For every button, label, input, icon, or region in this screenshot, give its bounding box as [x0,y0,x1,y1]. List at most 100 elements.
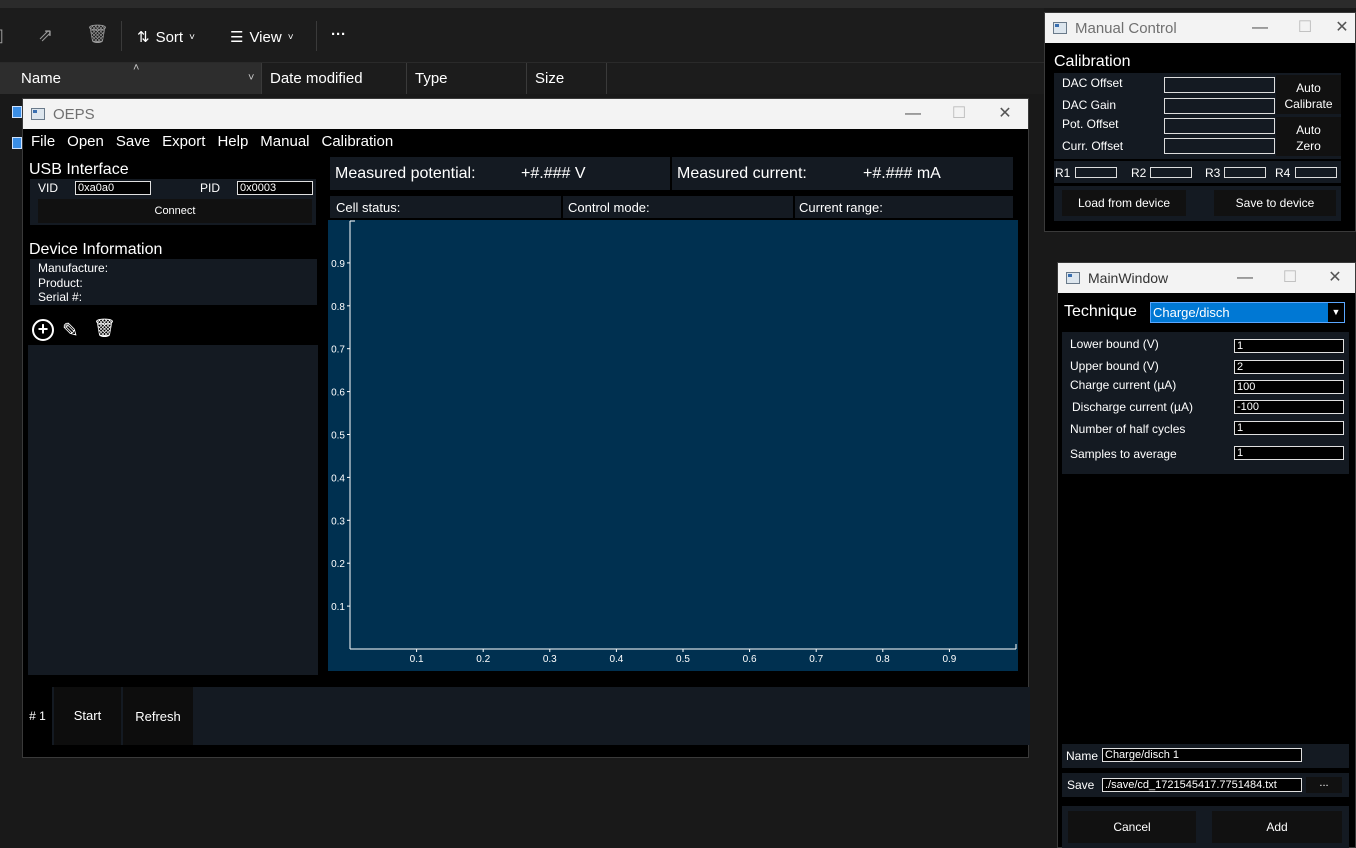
r4-input[interactable] [1295,167,1337,178]
bottom-bar: # 1 Start Refresh [23,687,1030,745]
column-size-label: Size [535,70,565,87]
minimize-icon[interactable]: — [890,99,936,129]
half-cycles-input[interactable]: 1 [1234,421,1344,435]
cell-status-label: Cell status: [336,200,401,215]
delete-icon[interactable]: 🗑 [86,24,109,45]
trash-icon[interactable]: 🗑 [93,318,116,339]
r3-input[interactable] [1224,167,1266,178]
start-button[interactable]: Start [54,687,121,745]
minimize-icon[interactable]: — [1222,263,1268,293]
dropdown-arrow-icon[interactable]: ▼ [1328,303,1344,322]
x-tick-label: 0.1 [410,654,424,665]
device-info-panel: Manufacture: Product: Serial #: [30,259,317,305]
window-icon [1053,22,1067,34]
main-window: MainWindow — ☐ ✕ Technique Charge/disch … [1057,262,1356,848]
explorer-top-strip [0,0,1356,8]
minimize-icon[interactable]: — [1237,13,1283,43]
window-title: Manual Control [1075,19,1177,37]
auto-zero-button[interactable]: Auto Zero [1276,117,1341,156]
menu-export[interactable]: Export [162,133,205,150]
sort-button[interactable]: ⇅ Sort ˅ [137,28,195,47]
column-date-modified[interactable]: Date modified [262,63,407,94]
close-icon[interactable]: ✕ [1328,13,1356,43]
maximize-icon[interactable]: ☐ [1282,13,1328,43]
auto-calibrate-line2: Calibrate [1284,97,1333,111]
charge-current-input[interactable]: 100 [1234,380,1344,394]
potential-value: +#.### V [521,165,586,182]
device-info-heading: Device Information [29,241,163,258]
sort-ascending-icon: ˄ [133,62,140,74]
column-type[interactable]: Type [407,63,527,94]
menu-help[interactable]: Help [217,133,248,150]
oeps-window: OEPS — ☐ ✕ File Open Save Export Help Ma… [22,98,1030,758]
upper-bound-input[interactable]: 2 [1234,360,1344,374]
oeps-titlebar[interactable]: OEPS — ☐ ✕ [23,99,1028,129]
view-button[interactable]: ☰ View ˅ [230,28,294,47]
manufacture-label: Manufacture: [38,261,109,275]
auto-calibrate-button[interactable]: Auto Calibrate [1276,75,1341,114]
chevron-down-icon: ˅ [248,72,255,84]
x-tick-label: 0.8 [876,654,890,665]
lower-bound-input[interactable]: 1 [1234,339,1344,353]
manual-control-window: Manual Control — ☐ ✕ Calibration DAC Off… [1044,12,1356,232]
r2-input[interactable] [1150,167,1192,178]
window-icon [31,108,45,120]
name-input[interactable]: Charge/disch 1 [1102,748,1302,762]
save-path-input[interactable]: ./save/cd_1721545417.7751484.txt [1102,778,1302,792]
discharge-current-input[interactable]: -100 [1234,400,1344,414]
load-from-device-button[interactable]: Load from device [1062,190,1186,216]
menu-manual[interactable]: Manual [260,133,309,150]
refresh-button[interactable]: Refresh [123,687,193,745]
pid-label: PID [200,181,221,195]
auto-zero-line2: Zero [1296,139,1321,153]
close-icon[interactable]: ✕ [982,99,1028,129]
file-icon[interactable] [12,106,22,118]
plot-area[interactable]: 0.1 0.2 0.3 0.4 0.5 0.6 0.7 0.8 0.9 0.1 0.2 0.3 0.4 0… [328,220,1018,671]
cancel-button[interactable]: Cancel [1068,811,1196,843]
dac-offset-input[interactable] [1164,77,1275,93]
mainwindow-titlebar[interactable]: MainWindow — ☐ ✕ [1058,263,1355,293]
maximize-icon[interactable]: ☐ [936,99,982,129]
parameters-panel: Lower bound (V) 1 Upper bound (V) 2 Char… [1062,332,1349,474]
dac-gain-input[interactable] [1164,98,1275,114]
experiment-list[interactable] [28,345,318,675]
pot-offset-input[interactable] [1164,118,1275,134]
close-icon[interactable]: ✕ [1312,263,1356,293]
y-tick-label: 0.2 [331,559,345,570]
menu-open[interactable]: Open [67,133,104,150]
menu-file[interactable]: File [31,133,55,150]
product-label: Product: [38,276,83,290]
file-icon[interactable] [12,137,22,149]
manual-titlebar[interactable]: Manual Control — ☐ ✕ [1045,13,1355,43]
share-arrow-icon[interactable]: ⇗ [38,25,53,46]
add-button[interactable]: Add [1212,811,1342,843]
r4-label: R4 [1275,166,1291,180]
calibration-panel: DAC Offset DAC Gain Pot. Offset Curr. Of… [1054,73,1341,159]
technique-label: Technique [1064,303,1137,320]
x-tick-label: 0.6 [743,654,757,665]
column-name[interactable]: Name ˄ ˅ [0,62,262,94]
browse-button[interactable]: ... [1306,777,1342,793]
menu-calibration[interactable]: Calibration [322,133,394,150]
add-circle-icon[interactable]: + [32,319,54,341]
technique-select[interactable]: Charge/disch ▼ [1150,302,1345,323]
pid-input[interactable]: 0x0003 [237,181,313,195]
param-label: Upper bound (V) [1070,359,1159,373]
maximize-icon[interactable]: ☐ [1267,263,1313,293]
r1-input[interactable] [1075,167,1117,178]
pencil-icon[interactable]: ✎ [62,318,79,343]
samples-average-input[interactable]: 1 [1234,446,1344,460]
usb-panel: VID 0xa0a0 PID 0x0003 Connect [30,179,316,225]
connect-button[interactable]: Connect [38,199,312,223]
vid-input[interactable]: 0xa0a0 [75,181,151,195]
more-button[interactable]: ··· [331,26,346,43]
pot-offset-label: Pot. Offset [1062,117,1119,131]
column-size[interactable]: Size [527,63,607,94]
save-to-device-button[interactable]: Save to device [1214,190,1336,216]
auto-calibrate-line1: Auto [1296,81,1321,95]
curr-offset-input[interactable] [1164,138,1275,154]
share-icon[interactable]: ▯ [0,25,4,46]
x-tick-label: 0.3 [543,654,557,665]
sort-label: Sort [155,28,184,46]
menu-save[interactable]: Save [116,133,150,150]
